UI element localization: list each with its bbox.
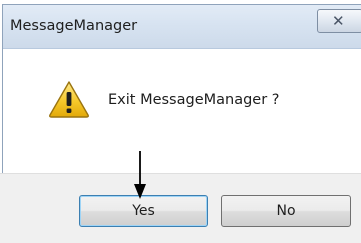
close-icon: ✕ bbox=[332, 12, 345, 30]
window-title: MessageManager bbox=[10, 18, 138, 34]
no-button[interactable]: No bbox=[221, 195, 351, 227]
title-bar[interactable]: MessageManager bbox=[3, 5, 361, 49]
yes-button[interactable]: Yes bbox=[79, 195, 208, 227]
close-button[interactable]: ✕ bbox=[317, 9, 361, 33]
warning-icon bbox=[49, 81, 89, 118]
message-text: Exit MessageManager ? bbox=[108, 92, 280, 108]
